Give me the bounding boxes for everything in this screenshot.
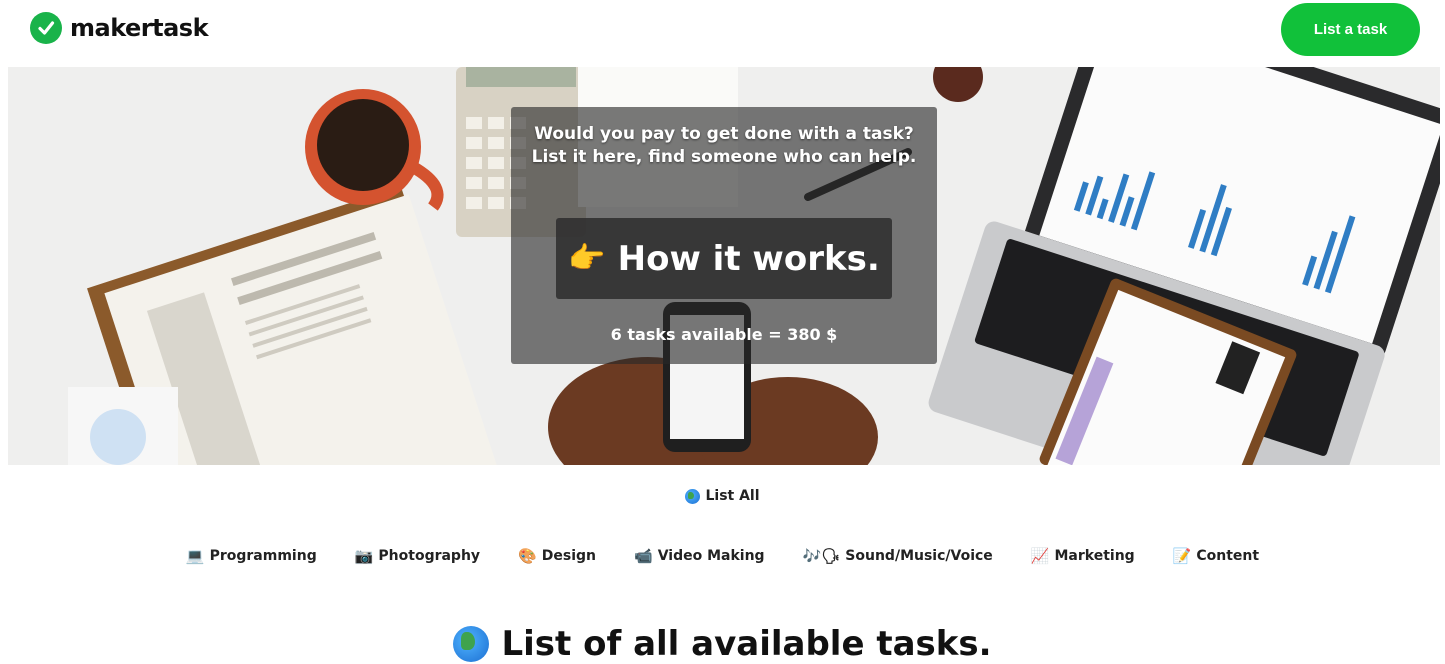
category-label: Sound/Music/Voice [845, 548, 993, 564]
how-it-works-label: How it works. [617, 238, 880, 279]
palette-icon: 🎨 [518, 546, 537, 565]
globe-icon [685, 488, 701, 504]
logo-text: makertask [70, 14, 209, 42]
pointing-hand-icon: 👉 [568, 241, 606, 276]
section-title-text: List of all available tasks. [501, 624, 992, 664]
hero-tagline-line-1: Would you pay to get done with a task? [534, 124, 914, 144]
category-design[interactable]: 🎨 Design [518, 548, 596, 564]
how-it-works-button[interactable]: 👉 How it works. [556, 218, 892, 299]
tasks-summary: 6 tasks available = 380 $ [610, 325, 838, 344]
category-photography[interactable]: 📷 Photography [355, 548, 480, 564]
list-all-row: List All [0, 488, 1445, 504]
category-sound-music-voice[interactable]: 🎶🗣 Sound/Music/Voice [803, 548, 993, 564]
checkmark-logo-icon [30, 12, 62, 44]
category-content[interactable]: 📝 Content [1173, 548, 1259, 564]
header: makertask List a task [0, 0, 1445, 66]
music-notes-icon: 🎶🗣 [802, 546, 841, 565]
category-label: Photography [378, 548, 481, 564]
chart-up-icon: 📈 [1030, 546, 1050, 565]
video-camera-icon: 📹 [634, 546, 653, 565]
hero-tagline: Would you pay to get done with a task? L… [511, 123, 937, 169]
hero-overlay: Would you pay to get done with a task? L… [511, 107, 937, 364]
category-label: Marketing [1054, 548, 1135, 564]
hero-tagline-line-2: List it here, find someone who can help. [531, 147, 917, 167]
category-list-all[interactable]: List All [685, 488, 760, 504]
category-video-making[interactable]: 📹 Video Making [634, 548, 765, 564]
category-label: Content [1196, 548, 1260, 564]
category-nav: 💻 Programming 📷 Photography 🎨 Design 📹 V… [0, 548, 1445, 564]
category-label: List All [705, 488, 760, 504]
camera-icon: 📷 [354, 546, 374, 565]
memo-icon: 📝 [1172, 546, 1192, 565]
category-programming[interactable]: 💻 Programming [186, 548, 317, 564]
category-marketing[interactable]: 📈 Marketing [1031, 548, 1135, 564]
laptop-icon: 💻 [185, 546, 205, 565]
logo[interactable]: makertask [30, 12, 209, 44]
section-title: List of all available tasks. [0, 624, 1445, 664]
hero-banner: Would you pay to get done with a task? L… [8, 67, 1440, 465]
globe-icon [453, 626, 490, 662]
category-label: Programming [209, 548, 317, 564]
category-label: Design [541, 548, 596, 564]
category-label: Video Making [657, 548, 765, 564]
list-a-task-button[interactable]: List a task [1281, 3, 1420, 56]
